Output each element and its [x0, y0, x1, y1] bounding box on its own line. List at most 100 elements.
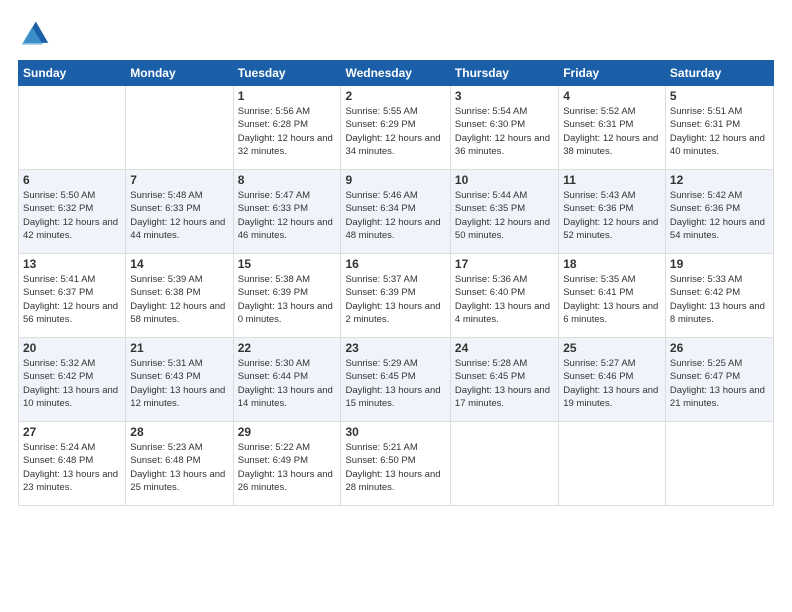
day-info: Sunrise: 5:47 AMSunset: 6:33 PMDaylight:…	[238, 189, 337, 242]
calendar-cell: 12 Sunrise: 5:42 AMSunset: 6:36 PMDayligh…	[665, 170, 773, 254]
weekday-header-sunday: Sunday	[19, 61, 126, 86]
day-number: 21	[130, 341, 228, 355]
day-info: Sunrise: 5:23 AMSunset: 6:48 PMDaylight:…	[130, 441, 228, 494]
calendar-cell: 6 Sunrise: 5:50 AMSunset: 6:32 PMDaylight…	[19, 170, 126, 254]
header	[18, 18, 774, 50]
day-info: Sunrise: 5:55 AMSunset: 6:29 PMDaylight:…	[345, 105, 445, 158]
day-number: 8	[238, 173, 337, 187]
day-number: 1	[238, 89, 337, 103]
day-info: Sunrise: 5:22 AMSunset: 6:49 PMDaylight:…	[238, 441, 337, 494]
day-number: 7	[130, 173, 228, 187]
day-number: 25	[563, 341, 661, 355]
calendar-cell: 3 Sunrise: 5:54 AMSunset: 6:30 PMDaylight…	[450, 86, 558, 170]
weekday-header-monday: Monday	[126, 61, 233, 86]
day-number: 18	[563, 257, 661, 271]
calendar-cell: 7 Sunrise: 5:48 AMSunset: 6:33 PMDaylight…	[126, 170, 233, 254]
day-info: Sunrise: 5:36 AMSunset: 6:40 PMDaylight:…	[455, 273, 554, 326]
day-number: 23	[345, 341, 445, 355]
calendar-cell: 30Sunrise: 5:21 AMSunset: 6:50 PMDayligh…	[341, 422, 450, 506]
calendar-cell: 10 Sunrise: 5:44 AMSunset: 6:35 PMDayligh…	[450, 170, 558, 254]
weekday-header-thursday: Thursday	[450, 61, 558, 86]
day-info: Sunrise: 5:28 AMSunset: 6:45 PMDaylight:…	[455, 357, 554, 410]
day-number: 3	[455, 89, 554, 103]
calendar-cell: 2 Sunrise: 5:55 AMSunset: 6:29 PMDaylight…	[341, 86, 450, 170]
calendar-row-1: 6 Sunrise: 5:50 AMSunset: 6:32 PMDaylight…	[19, 170, 774, 254]
weekday-header-tuesday: Tuesday	[233, 61, 341, 86]
calendar-row-3: 20Sunrise: 5:32 AMSunset: 6:42 PMDayligh…	[19, 338, 774, 422]
calendar-cell	[450, 422, 558, 506]
day-info: Sunrise: 5:46 AMSunset: 6:34 PMDaylight:…	[345, 189, 445, 242]
day-number: 12	[670, 173, 769, 187]
calendar-row-2: 13 Sunrise: 5:41 AMSunset: 6:37 PMDayligh…	[19, 254, 774, 338]
calendar-cell: 25 Sunrise: 5:27 AMSunset: 6:46 PMDayligh…	[559, 338, 666, 422]
day-info: Sunrise: 5:50 AMSunset: 6:32 PMDaylight:…	[23, 189, 121, 242]
calendar-cell	[126, 86, 233, 170]
day-number: 20	[23, 341, 121, 355]
weekday-header-row: SundayMondayTuesdayWednesdayThursdayFrid…	[19, 61, 774, 86]
day-info: Sunrise: 5:31 AMSunset: 6:43 PMDaylight:…	[130, 357, 228, 410]
day-info: Sunrise: 5:52 AMSunset: 6:31 PMDaylight:…	[563, 105, 661, 158]
calendar-row-4: 27Sunrise: 5:24 AMSunset: 6:48 PMDayligh…	[19, 422, 774, 506]
day-info: Sunrise: 5:54 AMSunset: 6:30 PMDaylight:…	[455, 105, 554, 158]
calendar-cell: 20Sunrise: 5:32 AMSunset: 6:42 PMDayligh…	[19, 338, 126, 422]
calendar-cell: 21 Sunrise: 5:31 AMSunset: 6:43 PMDayligh…	[126, 338, 233, 422]
calendar-cell: 29Sunrise: 5:22 AMSunset: 6:49 PMDayligh…	[233, 422, 341, 506]
calendar-cell: 22Sunrise: 5:30 AMSunset: 6:44 PMDayligh…	[233, 338, 341, 422]
day-number: 9	[345, 173, 445, 187]
calendar-cell	[559, 422, 666, 506]
calendar-cell: 1 Sunrise: 5:56 AMSunset: 6:28 PMDaylight…	[233, 86, 341, 170]
day-info: Sunrise: 5:35 AMSunset: 6:41 PMDaylight:…	[563, 273, 661, 326]
day-number: 17	[455, 257, 554, 271]
logo-icon	[18, 18, 50, 50]
day-number: 6	[23, 173, 121, 187]
calendar-cell: 5 Sunrise: 5:51 AMSunset: 6:31 PMDaylight…	[665, 86, 773, 170]
calendar-cell: 27Sunrise: 5:24 AMSunset: 6:48 PMDayligh…	[19, 422, 126, 506]
day-info: Sunrise: 5:48 AMSunset: 6:33 PMDaylight:…	[130, 189, 228, 242]
calendar-cell: 16 Sunrise: 5:37 AMSunset: 6:39 PMDayligh…	[341, 254, 450, 338]
calendar-cell: 8 Sunrise: 5:47 AMSunset: 6:33 PMDaylight…	[233, 170, 341, 254]
day-number: 2	[345, 89, 445, 103]
page: SundayMondayTuesdayWednesdayThursdayFrid…	[0, 0, 792, 612]
calendar-row-0: 1 Sunrise: 5:56 AMSunset: 6:28 PMDaylight…	[19, 86, 774, 170]
calendar-cell: 19Sunrise: 5:33 AMSunset: 6:42 PMDayligh…	[665, 254, 773, 338]
day-number: 22	[238, 341, 337, 355]
day-number: 19	[670, 257, 769, 271]
day-number: 5	[670, 89, 769, 103]
weekday-header-saturday: Saturday	[665, 61, 773, 86]
day-info: Sunrise: 5:43 AMSunset: 6:36 PMDaylight:…	[563, 189, 661, 242]
day-info: Sunrise: 5:37 AMSunset: 6:39 PMDaylight:…	[345, 273, 445, 326]
day-info: Sunrise: 5:44 AMSunset: 6:35 PMDaylight:…	[455, 189, 554, 242]
calendar-table: SundayMondayTuesdayWednesdayThursdayFrid…	[18, 60, 774, 506]
calendar-cell	[19, 86, 126, 170]
day-number: 16	[345, 257, 445, 271]
day-number: 26	[670, 341, 769, 355]
day-number: 24	[455, 341, 554, 355]
day-number: 27	[23, 425, 121, 439]
day-number: 28	[130, 425, 228, 439]
calendar-cell: 13 Sunrise: 5:41 AMSunset: 6:37 PMDayligh…	[19, 254, 126, 338]
calendar-cell	[665, 422, 773, 506]
calendar-cell: 28 Sunrise: 5:23 AMSunset: 6:48 PMDayligh…	[126, 422, 233, 506]
logo	[18, 18, 54, 50]
day-info: Sunrise: 5:38 AMSunset: 6:39 PMDaylight:…	[238, 273, 337, 326]
day-number: 15	[238, 257, 337, 271]
calendar-cell: 4 Sunrise: 5:52 AMSunset: 6:31 PMDaylight…	[559, 86, 666, 170]
day-number: 10	[455, 173, 554, 187]
day-info: Sunrise: 5:27 AMSunset: 6:46 PMDaylight:…	[563, 357, 661, 410]
day-info: Sunrise: 5:21 AMSunset: 6:50 PMDaylight:…	[345, 441, 445, 494]
day-info: Sunrise: 5:41 AMSunset: 6:37 PMDaylight:…	[23, 273, 121, 326]
day-number: 4	[563, 89, 661, 103]
day-info: Sunrise: 5:39 AMSunset: 6:38 PMDaylight:…	[130, 273, 228, 326]
calendar-cell: 18 Sunrise: 5:35 AMSunset: 6:41 PMDayligh…	[559, 254, 666, 338]
calendar-cell: 14 Sunrise: 5:39 AMSunset: 6:38 PMDayligh…	[126, 254, 233, 338]
day-info: Sunrise: 5:56 AMSunset: 6:28 PMDaylight:…	[238, 105, 337, 158]
weekday-header-friday: Friday	[559, 61, 666, 86]
day-info: Sunrise: 5:42 AMSunset: 6:36 PMDaylight:…	[670, 189, 769, 242]
day-info: Sunrise: 5:51 AMSunset: 6:31 PMDaylight:…	[670, 105, 769, 158]
weekday-header-wednesday: Wednesday	[341, 61, 450, 86]
calendar-cell: 17 Sunrise: 5:36 AMSunset: 6:40 PMDayligh…	[450, 254, 558, 338]
calendar-cell: 23Sunrise: 5:29 AMSunset: 6:45 PMDayligh…	[341, 338, 450, 422]
calendar-cell: 26Sunrise: 5:25 AMSunset: 6:47 PMDayligh…	[665, 338, 773, 422]
day-number: 13	[23, 257, 121, 271]
day-number: 14	[130, 257, 228, 271]
